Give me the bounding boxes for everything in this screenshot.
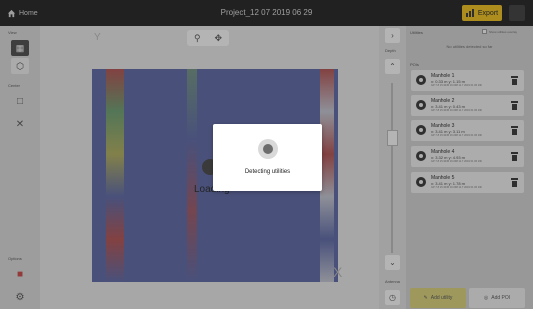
detecting-utilities-dialog: Detecting utilities [213,124,322,191]
progress-spinner [258,139,278,159]
app-window: Home Project_12 07 2019 06 29 Export Vie… [0,0,533,309]
dialog-message: Detecting utilities [244,169,291,175]
